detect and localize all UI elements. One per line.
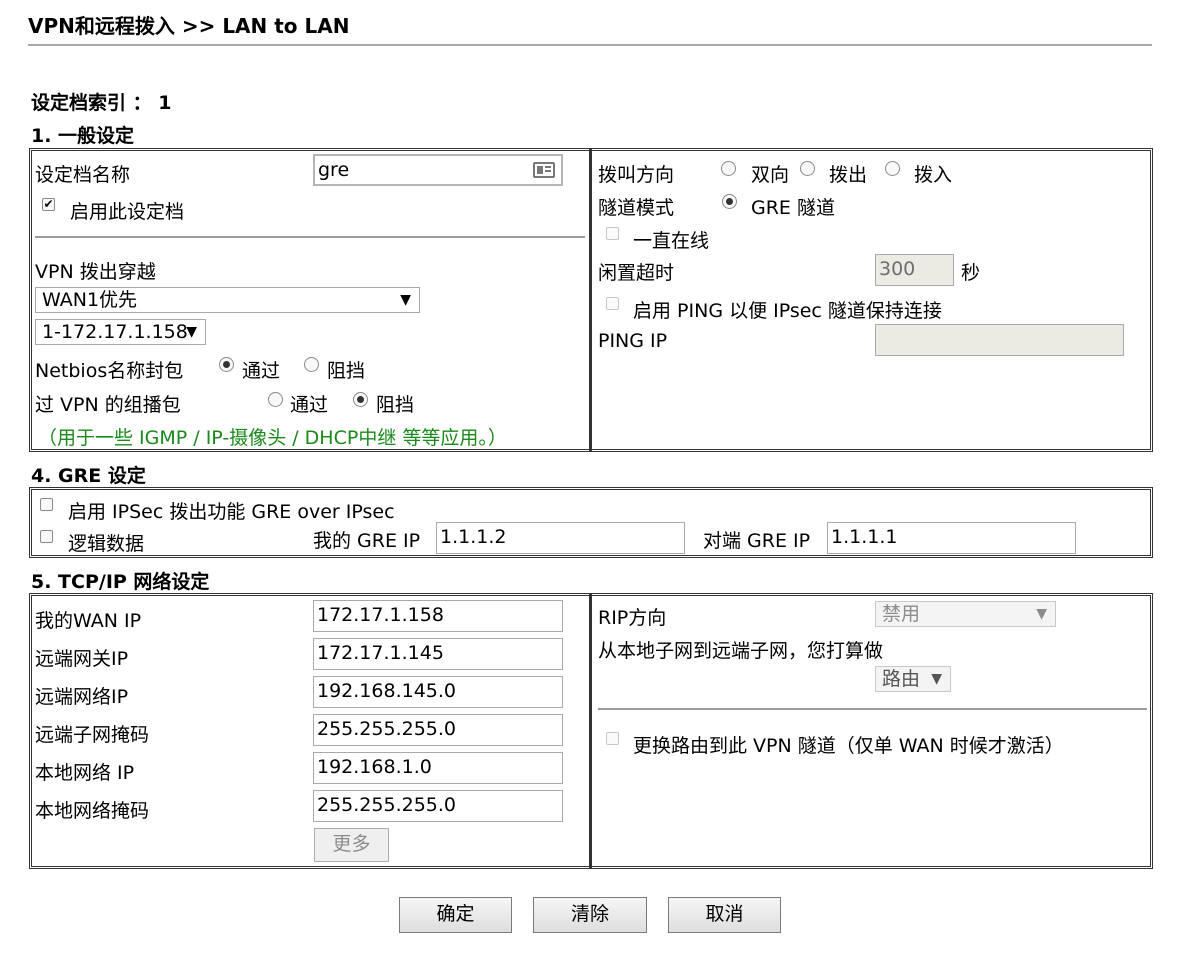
section-general-title: 1. 一般设定 bbox=[31, 125, 135, 147]
logical-data-label: 逻辑数据 bbox=[68, 533, 145, 555]
dropdown-arrow-icon: ▼ bbox=[1036, 606, 1047, 622]
local-to-remote-label: 从本地子网到远端子网，您打算做 bbox=[598, 640, 884, 662]
profile-name-label: 设定档名称 bbox=[35, 164, 131, 186]
netbios-pass-label: 通过 bbox=[242, 360, 281, 382]
profile-name-input[interactable]: gre bbox=[313, 154, 563, 186]
multicast-label: 过 VPN 的组播包 bbox=[35, 394, 181, 416]
local-network-input[interactable]: 192.168.1.0 bbox=[313, 752, 563, 784]
change-route-checkbox[interactable] bbox=[606, 732, 619, 745]
remote-network-input[interactable]: 192.168.145.0 bbox=[313, 676, 563, 708]
tunnel-mode-label: 隧道模式 bbox=[598, 197, 675, 219]
multicast-pass-label: 通过 bbox=[290, 394, 329, 416]
direction-both-label: 双向 bbox=[751, 164, 790, 186]
ping-keepalive-checkbox[interactable] bbox=[606, 297, 619, 310]
vpn-dialout-label: VPN 拨出穿越 bbox=[35, 261, 156, 283]
direction-out-radio[interactable] bbox=[800, 161, 815, 176]
title-divider bbox=[28, 44, 1152, 46]
ip-select[interactable]: 1-172.17.1.158 ▼ bbox=[35, 319, 206, 345]
my-wan-ip-input[interactable]: 172.17.1.158 bbox=[313, 600, 563, 632]
always-on-label: 一直在线 bbox=[633, 230, 710, 252]
cancel-button[interactable]: 取消 bbox=[668, 897, 781, 933]
logical-data-checkbox[interactable] bbox=[40, 530, 53, 543]
enable-profile-label: 启用此设定档 bbox=[70, 201, 185, 223]
rip-direction-label: RIP方向 bbox=[598, 607, 667, 629]
general-panel-divider bbox=[589, 148, 592, 452]
seconds-label: 秒 bbox=[961, 262, 981, 284]
remote-gateway-input[interactable]: 172.17.1.145 bbox=[313, 638, 563, 670]
always-on-checkbox[interactable] bbox=[606, 227, 619, 240]
rip-direction-select[interactable]: 禁用 ▼ bbox=[875, 601, 1056, 627]
wan-select[interactable]: WAN1优先 ▼ bbox=[35, 287, 420, 313]
local-mask-label: 本地网络掩码 bbox=[35, 800, 150, 822]
remote-mask-input[interactable]: 255.255.255.0 bbox=[313, 714, 563, 746]
gre-ipsec-checkbox[interactable] bbox=[40, 498, 53, 511]
dropdown-arrow-icon: ▼ bbox=[186, 324, 197, 340]
general-left-divider bbox=[35, 236, 585, 238]
netbios-label: Netbios名称封包 bbox=[35, 360, 184, 382]
direction-both-radio[interactable] bbox=[721, 161, 736, 176]
profile-index: 设定档索引 ： 1 bbox=[31, 92, 172, 114]
section-tcpip-title: 5. TCP/IP 网络设定 bbox=[31, 571, 210, 593]
ping-keepalive-label: 启用 PING 以便 IPsec 隧道保持连接 bbox=[633, 300, 942, 322]
page-title: VPN和远程拨入 >> LAN to LAN bbox=[28, 14, 350, 38]
local-mask-input[interactable]: 255.255.255.0 bbox=[313, 790, 563, 822]
contact-card-icon bbox=[533, 162, 555, 178]
enable-profile-checkbox[interactable]: ✔ bbox=[42, 198, 55, 211]
ok-button[interactable]: 确定 bbox=[399, 897, 512, 933]
gre-ipsec-label: 启用 IPSec 拨出功能 GRE over IPsec bbox=[68, 501, 395, 523]
my-wan-ip-label: 我的WAN IP bbox=[35, 610, 142, 632]
multicast-pass-radio[interactable] bbox=[268, 392, 283, 407]
direction-in-label: 拨入 bbox=[914, 164, 953, 186]
tunnel-gre-label: GRE 隧道 bbox=[751, 197, 835, 219]
remote-mask-label: 远端子网掩码 bbox=[35, 724, 150, 746]
tcpip-panel-divider bbox=[589, 593, 592, 869]
direction-in-radio[interactable] bbox=[885, 161, 900, 176]
more-button[interactable]: 更多 bbox=[314, 828, 389, 862]
rip-direction-value: 禁用 bbox=[882, 603, 921, 625]
section-gre-title: 4. GRE 设定 bbox=[31, 465, 146, 487]
dropdown-arrow-icon: ▼ bbox=[931, 671, 942, 687]
netbios-block-label: 阻挡 bbox=[327, 360, 366, 382]
peer-gre-ip-label: 对端 GRE IP bbox=[703, 530, 811, 552]
tunnel-gre-radio[interactable] bbox=[722, 194, 737, 209]
my-gre-ip-label: 我的 GRE IP bbox=[313, 530, 421, 552]
ping-ip-input[interactable] bbox=[875, 324, 1124, 356]
remote-network-label: 远端网络IP bbox=[35, 686, 129, 708]
clear-button[interactable]: 清除 bbox=[533, 897, 647, 933]
idle-timeout-input[interactable]: 300 bbox=[875, 254, 954, 286]
dropdown-arrow-icon: ▼ bbox=[400, 292, 411, 308]
idle-timeout-label: 闲置超时 bbox=[598, 262, 675, 284]
ip-select-value: 1-172.17.1.158 bbox=[42, 321, 188, 343]
netbios-block-radio[interactable] bbox=[304, 357, 319, 372]
change-route-label: 更换路由到此 VPN 隧道（仅单 WAN 时候才激活） bbox=[633, 735, 1064, 757]
direction-out-label: 拨出 bbox=[829, 164, 868, 186]
profile-name-value: gre bbox=[318, 159, 350, 181]
multicast-block-radio[interactable] bbox=[353, 392, 368, 407]
remote-gateway-label: 远端网关IP bbox=[35, 648, 129, 670]
route-mode-value: 路由 bbox=[882, 668, 921, 690]
multicast-note: （用于一些 IGMP / IP-摄像头 / DHCP中继 等等应用。） bbox=[38, 427, 507, 449]
peer-gre-ip-input[interactable]: 1.1.1.1 bbox=[827, 522, 1076, 554]
local-network-label: 本地网络 IP bbox=[35, 762, 135, 784]
netbios-pass-radio[interactable] bbox=[219, 357, 234, 372]
call-direction-label: 拨叫方向 bbox=[598, 164, 675, 186]
route-mode-select[interactable]: 路由 ▼ bbox=[875, 666, 951, 692]
ping-ip-label: PING IP bbox=[598, 330, 668, 352]
multicast-block-label: 阻挡 bbox=[376, 394, 415, 416]
my-gre-ip-input[interactable]: 1.1.1.2 bbox=[436, 522, 685, 554]
wan-select-value: WAN1优先 bbox=[42, 289, 138, 311]
tcpip-right-divider bbox=[598, 708, 1147, 710]
